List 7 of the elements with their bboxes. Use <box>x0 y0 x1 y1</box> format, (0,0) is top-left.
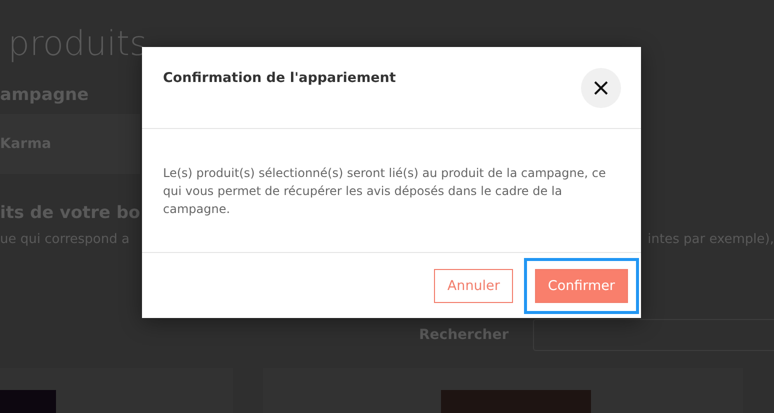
close-button[interactable] <box>581 68 621 108</box>
confirm-button[interactable]: Confirmer <box>534 268 628 302</box>
dialog-message: Le(s) produit(s) sélectionné(s) seront lié(s) au produit de la campagne, ce qui vous permet de récupérer les avis déposés dans le cadre de la campagne. <box>163 164 607 218</box>
search-field[interactable] <box>533 319 774 351</box>
close-icon <box>594 80 608 94</box>
cancel-button[interactable]: Annuler <box>434 268 513 302</box>
dialog-title: Confirmation de l'appariement <box>163 70 396 86</box>
